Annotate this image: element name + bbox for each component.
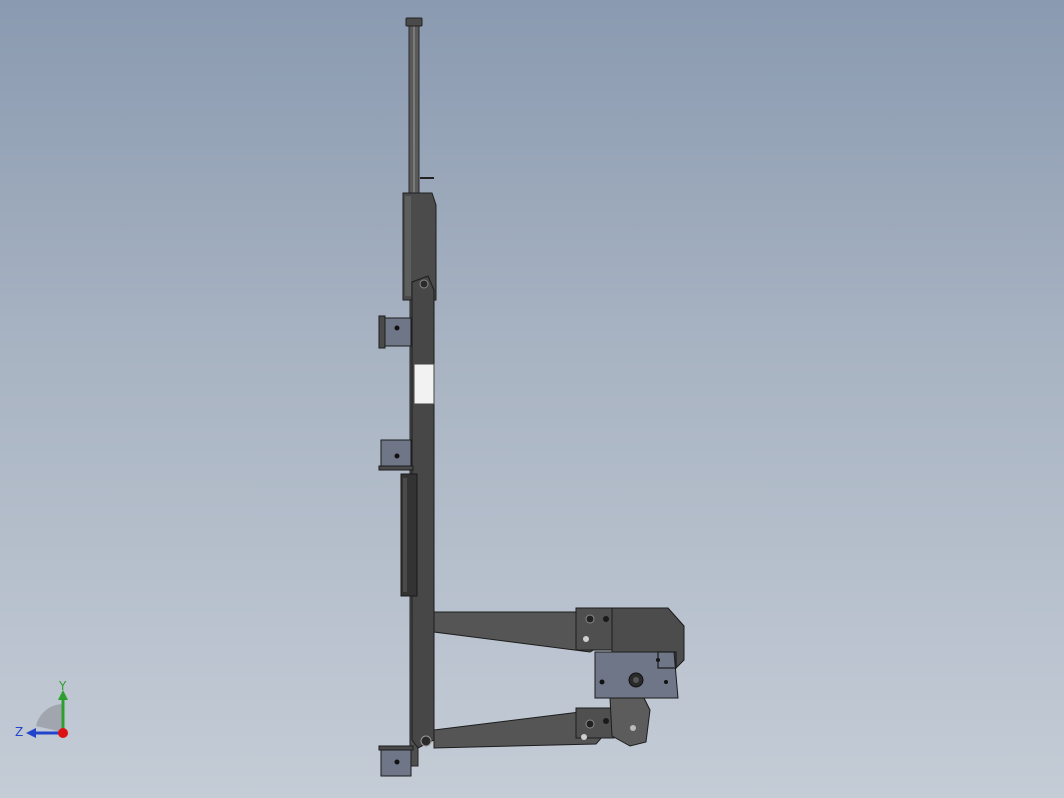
z-axis-label: Z [15,725,23,739]
mounting-bracket-middle[interactable] [378,439,414,471]
bottom-pivot[interactable] [420,735,432,747]
z-axis-arrow-icon [26,728,36,738]
3d-model-view[interactable] [0,0,1064,798]
lower-cylinder-block[interactable] [400,473,418,597]
lower-jaw-arm[interactable] [433,707,615,749]
y-axis-label: Y [58,679,67,693]
mounting-bracket-top[interactable] [378,315,412,349]
mounting-bracket-bottom[interactable] [378,745,414,777]
triad-rotation-arc [36,704,62,732]
x-axis-point-icon [58,728,68,738]
insulator-segment [413,363,435,405]
piston-rod[interactable] [405,17,434,197]
upper-jaw-arm[interactable] [433,607,615,653]
graphics-viewport[interactable]: Y Z [0,0,1064,798]
coordinate-triad: Y Z [15,679,68,739]
